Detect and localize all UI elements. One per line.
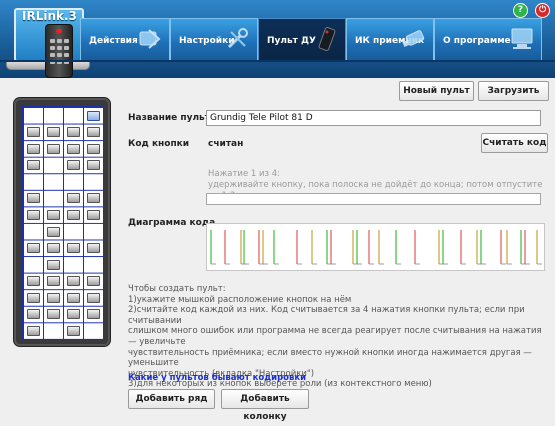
remote-icon <box>318 27 336 51</box>
tab-remote[interactable]: Пульт ДУ <box>258 18 346 60</box>
new-remote-button[interactable]: Новый пульт <box>399 81 474 101</box>
tab-remote-label: Пульт ДУ <box>267 36 316 46</box>
code-diagram-label: Диаграмма кода <box>128 218 216 228</box>
power-icon: ⏻ <box>538 5 547 15</box>
remote-key-slot[interactable] <box>87 127 100 138</box>
read-progress-bar <box>206 193 541 205</box>
remote-key-slot[interactable] <box>47 292 60 303</box>
remote-key-slot[interactable] <box>87 309 100 320</box>
remote-key-slot[interactable] <box>27 209 40 220</box>
remote-key-slot[interactable] <box>67 127 80 138</box>
tab-actions[interactable]: Действия <box>80 18 170 60</box>
remote-key-slot[interactable] <box>67 276 80 287</box>
remote-key-slot[interactable] <box>47 243 60 254</box>
remote-key-slot[interactable] <box>27 143 40 154</box>
remote-key-slot[interactable] <box>27 193 40 204</box>
encodings-link[interactable]: Какие у пультов бывают кодировки <box>128 373 306 383</box>
remote-key-slot[interactable] <box>47 209 60 220</box>
remote-key-slot[interactable] <box>67 243 80 254</box>
remote-key-slot[interactable] <box>47 259 60 270</box>
remote-layout-grid[interactable] <box>22 106 104 340</box>
instructions-line: 2)считайте код каждой из них. Код считыв… <box>128 305 525 326</box>
remote-key-slot[interactable] <box>67 160 80 171</box>
app-logo-remote-icon <box>45 24 73 78</box>
remote-key-slot[interactable] <box>67 193 80 204</box>
remote-key-slot[interactable] <box>27 276 40 287</box>
remote-key-slot[interactable] <box>67 325 80 336</box>
remote-key-slot[interactable] <box>27 292 40 303</box>
remote-key-slot[interactable] <box>87 143 100 154</box>
remote-key-slot[interactable] <box>27 309 40 320</box>
instructions-line: 1)укажите мышкой расположение кнопок на … <box>128 294 352 305</box>
read-hint-step: Нажатие 1 из 4: <box>208 169 281 179</box>
remote-key-slot[interactable] <box>87 110 100 121</box>
tab-actions-label: Действия <box>89 36 138 46</box>
key-code-label: Код кнопки <box>128 139 190 149</box>
remote-key-slot[interactable] <box>47 276 60 287</box>
remote-key-slot[interactable] <box>67 309 80 320</box>
remote-key-slot[interactable] <box>27 160 40 171</box>
remote-key-slot[interactable] <box>27 243 40 254</box>
code-diagram-bars <box>210 230 542 265</box>
remote-key-slot[interactable] <box>87 209 100 220</box>
tab-settings[interactable]: Настройки <box>170 18 258 60</box>
tab-about-label: О программе <box>443 36 511 46</box>
app-header: IRLink.3 Действия Настройки Пульт ДУ ИК … <box>0 0 555 78</box>
remote-key-slot[interactable] <box>87 292 100 303</box>
read-code-button[interactable]: Считать код <box>481 133 548 153</box>
remote-key-slot[interactable] <box>67 143 80 154</box>
key-code-status: считан <box>208 139 244 149</box>
computer-icon <box>511 28 533 49</box>
add-column-button[interactable]: Добавить колонку <box>221 389 309 422</box>
help-button[interactable]: ? <box>513 3 528 18</box>
remote-key-slot[interactable] <box>67 209 80 220</box>
remote-name-label: Название пульта <box>128 113 217 123</box>
remote-key-slot[interactable] <box>27 325 40 336</box>
tab-ir-receiver[interactable]: ИК приемник <box>346 18 434 60</box>
header-divider <box>0 60 555 62</box>
remote-key-slot[interactable] <box>87 193 100 204</box>
instructions-line: слишком много ошибок или программа не вс… <box>128 326 542 347</box>
remote-key-slot[interactable] <box>47 143 60 154</box>
load-button[interactable]: Загрузить <box>478 81 549 101</box>
remote-name-input[interactable] <box>206 110 541 126</box>
add-row-button[interactable]: Добавить ряд <box>128 389 215 409</box>
help-icon: ? <box>517 5 524 15</box>
instructions-line: Чтобы создать пульт: <box>128 284 226 294</box>
usb-receiver-icon <box>402 30 425 47</box>
remote-key-slot[interactable] <box>47 309 60 320</box>
remote-key-slot[interactable] <box>27 127 40 138</box>
tab-about[interactable]: О программе <box>434 18 542 60</box>
actions-icon <box>139 29 161 49</box>
remote-key-slot[interactable] <box>47 226 60 237</box>
code-diagram <box>206 223 545 271</box>
instructions-line: чувствительность приёмника; если вместо … <box>128 347 532 369</box>
remote-key-slot[interactable] <box>87 160 100 171</box>
tools-icon <box>227 28 248 49</box>
close-button[interactable]: ⏻ <box>535 3 550 18</box>
remote-key-slot[interactable] <box>87 243 100 254</box>
app-logo-text: IRLink.3 <box>22 9 77 23</box>
remote-key-slot[interactable] <box>47 127 60 138</box>
remote-key-slot[interactable] <box>67 292 80 303</box>
remote-key-slot[interactable] <box>87 276 100 287</box>
